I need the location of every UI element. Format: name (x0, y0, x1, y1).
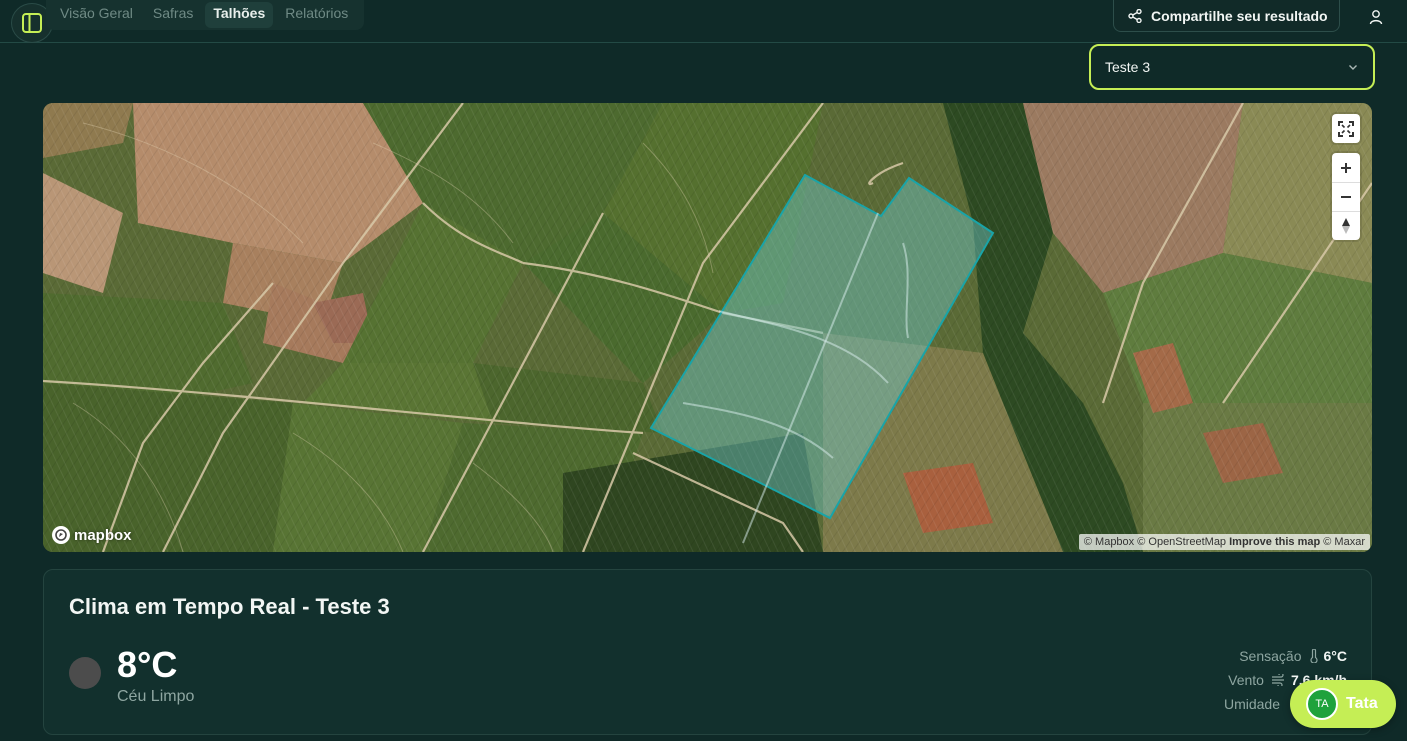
compass-button[interactable] (1332, 211, 1360, 240)
improve-map-link[interactable]: Improve this map (1229, 536, 1320, 548)
tab-safras[interactable]: Safras (145, 2, 201, 28)
clear-sky-icon (69, 657, 101, 689)
thermometer-icon (1309, 649, 1318, 663)
compass-icon (1342, 218, 1350, 234)
mapbox-logo-text: mapbox (74, 526, 132, 544)
fullscreen-icon (1338, 120, 1354, 137)
share-result-button[interactable]: Compartilhe seu resultado (1113, 0, 1340, 32)
plot-select[interactable]: Teste 3 (1089, 44, 1375, 90)
zoom-out-button[interactable] (1332, 182, 1360, 211)
wind-icon (1271, 674, 1284, 686)
zoom-out-icon (1341, 196, 1351, 198)
feels-like-row: Sensação 6°C (1224, 644, 1347, 668)
user-icon (1369, 10, 1383, 25)
main-tabs: Visão Geral Safras Talhões Relatórios (46, 0, 365, 30)
mapbox-logo[interactable]: mapbox (52, 526, 132, 544)
attribution-osm-link[interactable]: © OpenStreetMap (1137, 536, 1226, 548)
assistant-chat-button[interactable]: TA Tata (1290, 680, 1396, 728)
tab-relatorios[interactable]: Relatórios (277, 2, 356, 28)
zoom-in-icon (1341, 162, 1351, 173)
weather-title: Clima em Tempo Real - Teste 3 (69, 594, 390, 619)
fullscreen-control (1332, 114, 1360, 143)
attribution-maxar-link[interactable]: © Maxar (1323, 536, 1365, 548)
tab-visao-geral[interactable]: Visão Geral (52, 2, 141, 28)
weather-condition: Céu Limpo (117, 688, 195, 705)
zoom-in-button[interactable] (1332, 153, 1360, 182)
feels-like-value: 6°C (1323, 648, 1348, 664)
fullscreen-button[interactable] (1332, 114, 1360, 143)
chevron-down-icon (1349, 65, 1357, 70)
zoom-controls (1332, 153, 1360, 240)
wind-label: Vento (1228, 672, 1264, 688)
weather-card: Clima em Tempo Real - Teste 3 8°C Céu Li… (43, 569, 1372, 735)
share-icon (1128, 8, 1142, 23)
mapbox-mark-icon (52, 526, 70, 544)
current-temperature: 8°C (117, 644, 178, 685)
share-button-label: Compartilhe seu resultado (1151, 7, 1328, 24)
map-attribution: © Mapbox © OpenStreetMap Improve this ma… (1078, 534, 1370, 550)
satellite-map[interactable]: mapbox © Mapbox © OpenStreetMap Improve … (43, 103, 1372, 552)
sidebar-panel-icon (22, 13, 42, 33)
feels-like-label: Sensação (1239, 648, 1302, 664)
plot-select-value: Teste 3 (1105, 59, 1151, 75)
assistant-name: Tata (1346, 695, 1378, 712)
tab-talhoes[interactable]: Talhões (205, 2, 274, 28)
satellite-imagery (43, 103, 1372, 552)
humidity-label: Umidade (1223, 696, 1280, 712)
user-menu-button[interactable] (1362, 4, 1390, 30)
attribution-mapbox-link[interactable]: © Mapbox (1084, 536, 1134, 548)
assistant-avatar: TA (1306, 688, 1338, 720)
top-bar: Visão Geral Safras Talhões Relatórios Co… (0, 0, 1407, 43)
